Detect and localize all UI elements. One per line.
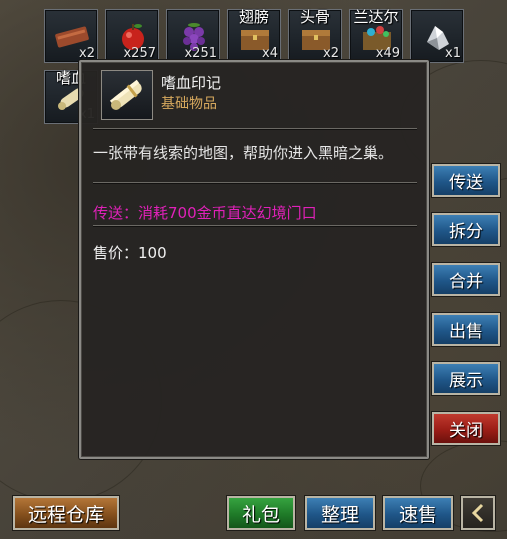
item-name: 翅膀	[238, 8, 269, 26]
item-count: x4	[262, 46, 278, 61]
inventory-slot[interactable]: 头骨 x2	[288, 8, 342, 63]
inventory-slot[interactable]: 兰达尔 x49	[349, 8, 403, 63]
tooltip-price: 售价：100	[93, 244, 167, 262]
item-count: x2	[79, 46, 95, 61]
item-name: 头骨	[299, 8, 330, 26]
item-name: 兰达尔	[353, 8, 399, 26]
quick-sell-button[interactable]: 速售	[383, 496, 453, 530]
merge-button[interactable]: 合并	[432, 263, 500, 296]
inventory-slot[interactable]: 翅膀 x4	[227, 8, 281, 63]
divider	[93, 128, 417, 129]
tooltip-item-name: 嗜血印记	[161, 74, 222, 92]
inventory-slot[interactable]: x251	[166, 9, 220, 63]
back-button[interactable]	[461, 496, 495, 530]
item-tooltip: 嗜血印记 基础物品 一张带有线索的地图，帮助你进入黑暗之巢。 传送：消耗700金…	[79, 60, 429, 459]
tooltip-item-icon-frame	[101, 70, 153, 120]
sort-button[interactable]: 整理	[305, 496, 375, 530]
scroll-icon	[109, 79, 142, 110]
item-count: x251	[184, 46, 217, 61]
split-button[interactable]: 拆分	[432, 213, 500, 246]
inventory-slot[interactable]: x2	[44, 9, 98, 63]
inventory-screen: x2 x257 x251 翅膀 x4 头骨 x2 兰达尔 x49 x1 嗜血 嗜…	[0, 0, 507, 539]
teleport-button[interactable]: 传送	[432, 164, 500, 197]
sell-button[interactable]: 出售	[432, 313, 500, 346]
divider	[93, 225, 417, 226]
tooltip-teleport-info: 传送：消耗700金币直达幻境门口	[93, 204, 317, 222]
divider	[93, 182, 417, 183]
inventory-slot[interactable]: x1	[410, 9, 464, 63]
display-button[interactable]: 展示	[432, 362, 500, 395]
item-count: x2	[323, 46, 339, 61]
remote-warehouse-button[interactable]: 远程仓库	[13, 496, 119, 530]
item-count: x49	[375, 46, 400, 61]
gift-button[interactable]: 礼包	[227, 496, 295, 530]
close-button[interactable]: 关闭	[432, 412, 500, 445]
item-count: x1	[445, 46, 461, 61]
tooltip-item-category: 基础物品	[161, 96, 217, 112]
chevron-left-icon	[471, 503, 484, 523]
inventory-slot[interactable]: x257	[105, 9, 159, 63]
tooltip-description: 一张带有线索的地图，帮助你进入黑暗之巢。	[93, 144, 394, 162]
item-count: x257	[123, 46, 156, 61]
